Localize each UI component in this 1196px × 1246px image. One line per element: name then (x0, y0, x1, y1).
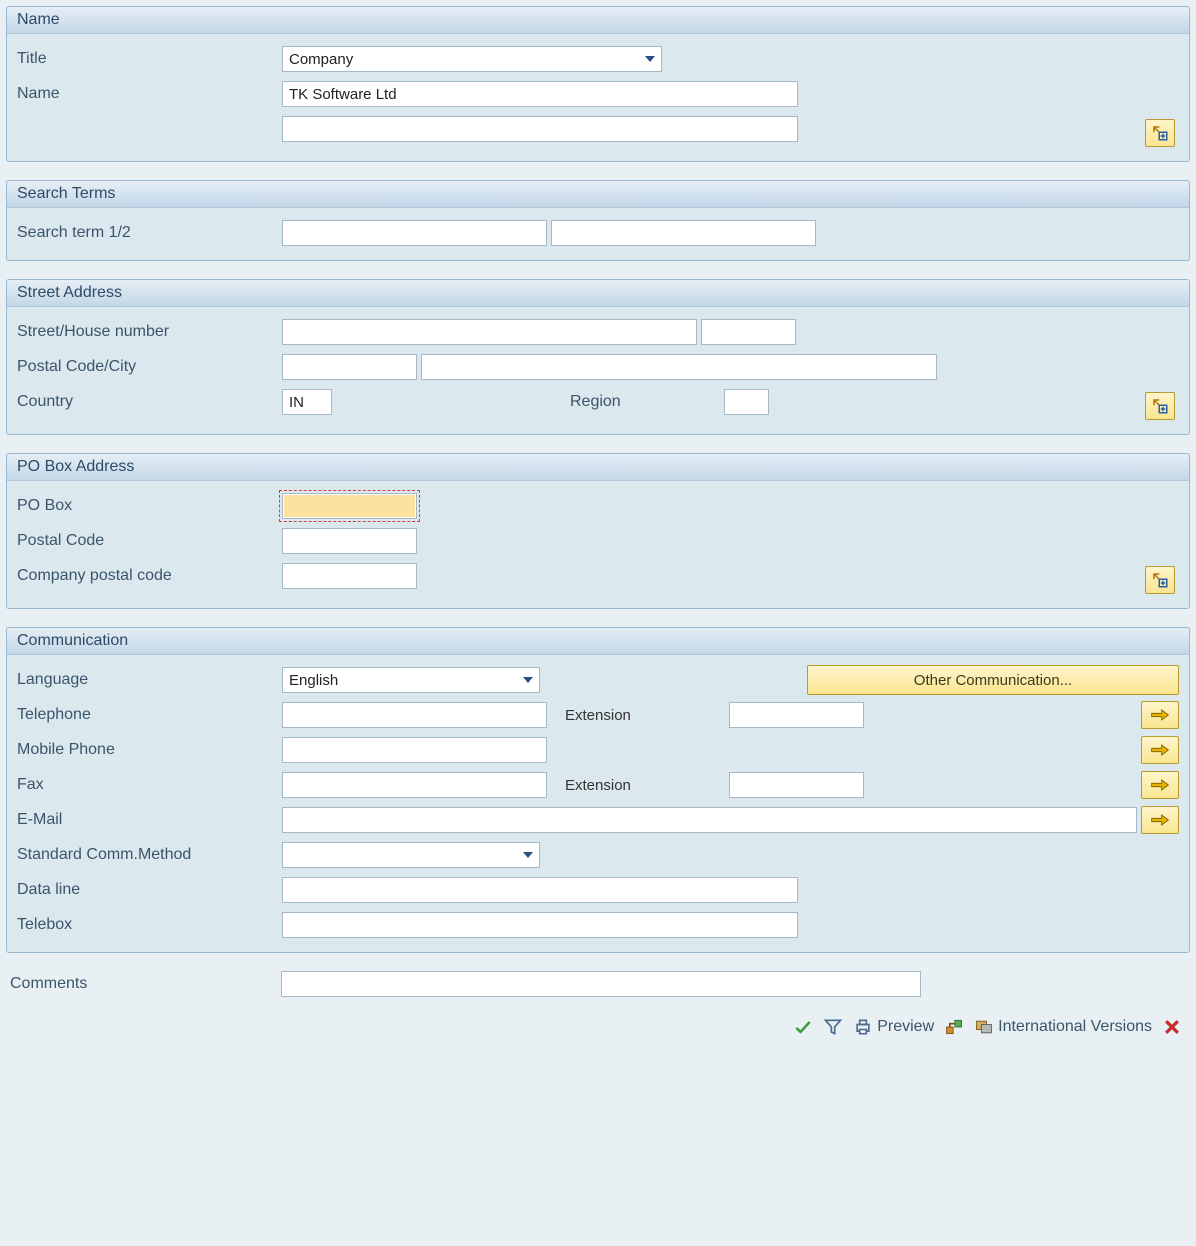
title-select-value: Company (289, 51, 353, 68)
telebox-label: Telebox (17, 916, 282, 934)
pobox-group: PO Box Address PO Box Postal Code Compan… (6, 453, 1190, 609)
comments-label: Comments (10, 975, 281, 993)
windows-icon (974, 1017, 994, 1037)
search-terms-group: Search Terms Search term 1/2 (6, 180, 1190, 261)
name-input[interactable] (282, 81, 798, 107)
telebox-input[interactable] (282, 912, 798, 938)
std-comm-label: Standard Comm.Method (17, 846, 282, 864)
communication-group: Communication Language English Other Com… (6, 627, 1190, 953)
international-versions-label: International Versions (998, 1018, 1152, 1036)
language-select[interactable]: English (282, 667, 540, 693)
layout-button[interactable] (944, 1017, 964, 1037)
fax-input[interactable] (282, 772, 547, 798)
dataline-input[interactable] (282, 877, 798, 903)
language-select-value: English (289, 672, 338, 689)
mobile-label: Mobile Phone (17, 741, 282, 759)
search-term-2-input[interactable] (551, 220, 816, 246)
postal-city-label: Postal Code/City (17, 358, 282, 376)
postal-code-input[interactable] (282, 354, 417, 380)
pobox-header: PO Box Address (7, 454, 1189, 481)
pobox-label: PO Box (17, 497, 282, 515)
layout-icon (944, 1017, 964, 1037)
title-label: Title (17, 50, 282, 68)
telephone-extension-label: Extension (565, 707, 725, 724)
house-number-input[interactable] (701, 319, 796, 345)
pobox-postal-input[interactable] (282, 528, 417, 554)
fax-more-button[interactable] (1141, 771, 1179, 799)
arrow-right-icon (1150, 707, 1170, 723)
dataline-label: Data line (17, 881, 282, 899)
street-input[interactable] (282, 319, 697, 345)
chevron-down-icon (645, 56, 655, 62)
language-label: Language (17, 671, 282, 689)
fax-extension-input[interactable] (729, 772, 864, 798)
city-input[interactable] (421, 354, 937, 380)
close-icon (1162, 1017, 1182, 1037)
fax-label: Fax (17, 776, 282, 794)
comments-input[interactable] (281, 971, 921, 997)
fax-extension-label: Extension (565, 777, 725, 794)
comments-row: Comments (10, 971, 1190, 997)
preview-label: Preview (877, 1018, 934, 1036)
expand-pobox-button[interactable] (1145, 566, 1175, 594)
company-postal-input[interactable] (282, 563, 417, 589)
telephone-input[interactable] (282, 702, 547, 728)
mobile-more-button[interactable] (1141, 736, 1179, 764)
country-input[interactable] (282, 389, 332, 415)
expand-icon (1151, 571, 1169, 589)
region-label: Region (570, 393, 720, 411)
name-header: Name (7, 7, 1189, 34)
search-term-1-input[interactable] (282, 220, 547, 246)
search-terms-header: Search Terms (7, 181, 1189, 208)
expand-icon (1151, 397, 1169, 415)
check-icon (793, 1017, 813, 1037)
expand-icon (1151, 124, 1169, 142)
footer-toolbar: Preview International Versions (6, 1011, 1190, 1037)
arrow-right-icon (1150, 742, 1170, 758)
other-communication-button[interactable]: Other Communication... (807, 665, 1179, 695)
preview-button[interactable]: Preview (853, 1017, 934, 1037)
telephone-more-button[interactable] (1141, 701, 1179, 729)
expand-name-button[interactable] (1145, 119, 1175, 147)
region-input[interactable] (724, 389, 769, 415)
street-address-group: Street Address Street/House number Posta… (6, 279, 1190, 435)
title-select[interactable]: Company (282, 46, 662, 72)
funnel-icon (823, 1017, 843, 1037)
pobox-input[interactable] (282, 493, 417, 519)
cancel-button[interactable] (1162, 1017, 1182, 1037)
mobile-input[interactable] (282, 737, 547, 763)
telephone-label: Telephone (17, 706, 282, 724)
email-input[interactable] (282, 807, 1137, 833)
search-term-label: Search term 1/2 (17, 224, 282, 242)
email-more-button[interactable] (1141, 806, 1179, 834)
country-label: Country (17, 393, 282, 411)
expand-street-button[interactable] (1145, 392, 1175, 420)
name-input-2[interactable] (282, 116, 798, 142)
std-comm-select[interactable] (282, 842, 540, 868)
street-label: Street/House number (17, 323, 282, 341)
international-versions-button[interactable]: International Versions (974, 1017, 1152, 1037)
email-label: E-Mail (17, 811, 282, 829)
accept-button[interactable] (793, 1017, 813, 1037)
other-communication-label: Other Communication... (914, 672, 1072, 689)
company-postal-label: Company postal code (17, 567, 282, 585)
communication-header: Communication (7, 628, 1189, 655)
name-label: Name (17, 85, 282, 103)
street-address-header: Street Address (7, 280, 1189, 307)
name-group: Name Title Company Name (6, 6, 1190, 162)
print-icon (853, 1017, 873, 1037)
chevron-down-icon (523, 852, 533, 858)
arrow-right-icon (1150, 812, 1170, 828)
chevron-down-icon (523, 677, 533, 683)
pobox-postal-label: Postal Code (17, 532, 282, 550)
telephone-extension-input[interactable] (729, 702, 864, 728)
arrow-right-icon (1150, 777, 1170, 793)
filter-button[interactable] (823, 1017, 843, 1037)
